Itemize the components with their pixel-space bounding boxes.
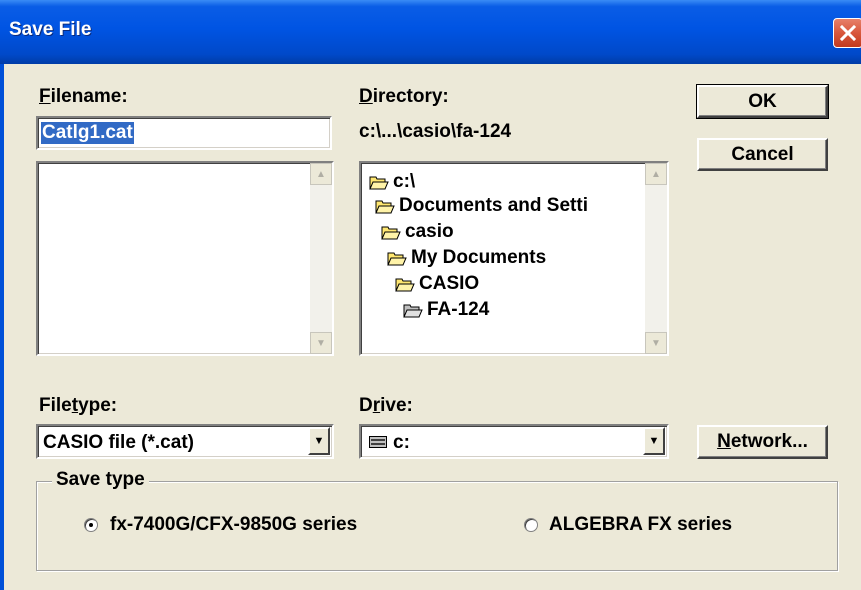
directory-label: Directory: bbox=[359, 86, 449, 107]
folder-open-icon bbox=[375, 200, 395, 213]
filetype-value: CASIO file (*.cat) bbox=[43, 432, 194, 453]
tree-item-label: c:\ bbox=[393, 171, 416, 192]
ok-button[interactable]: OK bbox=[696, 84, 829, 119]
tree-item-label: Documents and Setti bbox=[399, 195, 588, 216]
dropdown-arrow-icon: ▼ bbox=[313, 435, 325, 447]
scroll-down-button[interactable]: ▼ bbox=[645, 332, 667, 354]
drive-dropdown-button[interactable]: ▼ bbox=[643, 427, 665, 455]
tree-item[interactable]: CASIO bbox=[395, 273, 479, 295]
folder-open-icon bbox=[369, 176, 389, 189]
radio-option-algebra-fx[interactable]: ALGEBRA FX series bbox=[518, 513, 778, 537]
radio-label: fx-7400G/CFX-9850G series bbox=[110, 514, 358, 535]
cancel-button[interactable]: Cancel bbox=[697, 138, 828, 171]
close-icon bbox=[839, 24, 857, 42]
radio-button[interactable] bbox=[524, 518, 538, 532]
tree-item[interactable]: My Documents bbox=[387, 247, 546, 269]
folder-open-icon bbox=[395, 278, 415, 291]
tree-item-label: CASIO bbox=[419, 273, 480, 294]
tree-item[interactable]: c:\ bbox=[369, 171, 415, 193]
filename-input[interactable]: Catlg1.cat bbox=[36, 116, 332, 150]
window-frame bbox=[0, 64, 4, 590]
radio-button[interactable] bbox=[84, 518, 98, 532]
directory-tree[interactable]: c:\ Documents and Setti casio My Documents C… bbox=[359, 161, 669, 356]
chevron-up-icon: ▲ bbox=[651, 168, 661, 180]
drive-icon bbox=[369, 436, 387, 448]
folder-open-icon bbox=[403, 304, 423, 317]
tree-item-label: FA-124 bbox=[427, 299, 490, 320]
scroll-up-button[interactable]: ▲ bbox=[310, 163, 332, 185]
file-list[interactable]: ▲ ▼ bbox=[36, 161, 334, 356]
tree-item-label: casio bbox=[405, 221, 454, 242]
chevron-down-icon: ▼ bbox=[651, 337, 661, 349]
scroll-down-button[interactable]: ▼ bbox=[310, 332, 332, 354]
filename-value: Catlg1.cat bbox=[41, 122, 134, 144]
radio-label: ALGEBRA FX series bbox=[549, 514, 733, 535]
tree-item-label: My Documents bbox=[411, 247, 547, 268]
folder-open-icon bbox=[381, 226, 401, 239]
directory-tree-scrollbar[interactable]: ▲ ▼ bbox=[645, 163, 667, 354]
close-button[interactable] bbox=[833, 18, 861, 48]
dropdown-arrow-icon: ▼ bbox=[648, 435, 660, 447]
tree-item[interactable]: FA-124 bbox=[403, 299, 489, 321]
chevron-up-icon: ▲ bbox=[316, 168, 326, 180]
window-title: Save File bbox=[9, 19, 92, 40]
network-button[interactable]: Network... bbox=[697, 425, 828, 459]
title-bar[interactable] bbox=[0, 0, 861, 64]
tree-item[interactable]: Documents and Setti bbox=[375, 195, 588, 217]
folder-open-icon bbox=[387, 252, 407, 265]
filetype-select[interactable]: CASIO file (*.cat) ▼ bbox=[36, 424, 334, 459]
file-list-scrollbar[interactable]: ▲ ▼ bbox=[310, 163, 332, 354]
save-type-legend: Save type bbox=[52, 469, 149, 491]
directory-path: c:\...\casio\fa-124 bbox=[359, 121, 512, 142]
filetype-label: Filetype: bbox=[39, 395, 118, 416]
drive-value: c: bbox=[393, 432, 410, 453]
drive-select[interactable]: c: ▼ bbox=[359, 424, 669, 459]
drive-label: Drive: bbox=[359, 395, 413, 416]
tree-item[interactable]: casio bbox=[381, 221, 454, 243]
scroll-up-button[interactable]: ▲ bbox=[645, 163, 667, 185]
chevron-down-icon: ▼ bbox=[316, 337, 326, 349]
radio-option-fx7400g[interactable]: fx-7400G/CFX-9850G series bbox=[76, 513, 416, 537]
filename-label: Filename: bbox=[39, 86, 128, 107]
filetype-dropdown-button[interactable]: ▼ bbox=[308, 427, 330, 455]
